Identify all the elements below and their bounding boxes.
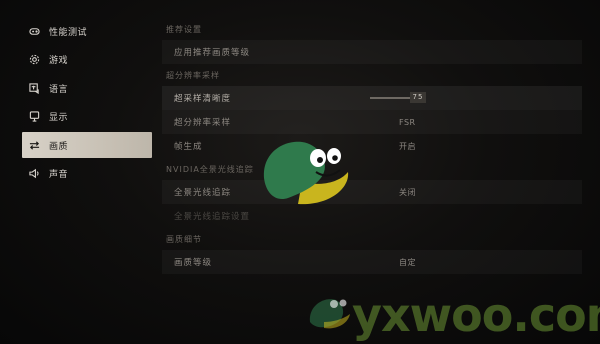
setting-label: 全景光线追踪 (174, 188, 232, 198)
section-title-super-resolution: 超分辨率采样 (166, 70, 220, 80)
setting-value[interactable]: 开启 (399, 141, 416, 152)
sharpness-slider[interactable] (370, 97, 410, 99)
setting-row-frame-generation[interactable]: 帧生成 开启 (162, 134, 582, 158)
sidebar-item-label: 语言 (49, 84, 69, 95)
sidebar-item-label: 性能测试 (49, 27, 88, 38)
sidebar-item-language[interactable]: 语言 (22, 75, 152, 101)
sidebar-item-game[interactable]: 游戏 (22, 47, 152, 73)
swap-arrows-icon (28, 139, 40, 151)
setting-row-path-tracing[interactable]: 全景光线追踪 关闭 (162, 180, 582, 204)
sidebar-item-label: 画质 (49, 141, 69, 152)
snail-logo-watermark (263, 141, 349, 205)
sidebar-item-label: 声音 (49, 170, 69, 181)
sidebar-item-sound[interactable]: 声音 (22, 161, 152, 187)
setting-value[interactable]: FSR (399, 118, 416, 127)
setting-label: 超采样清晰度 (174, 94, 232, 104)
game-settings-screen: 性能测试 游戏 语言 显示 画质 声音 推荐设置 应用推荐画质等级 超分辨率采样… (0, 0, 600, 344)
settings-panel: 推荐设置 应用推荐画质等级 超分辨率采样 超采样清晰度 75 超分辨率采样 FS… (162, 18, 582, 274)
snail-small-icon (309, 299, 350, 329)
setting-row-quality-level[interactable]: 画质等级 自定 (162, 250, 582, 274)
sidebar-item-graphics[interactable]: 画质 (22, 132, 152, 159)
settings-sidebar: 性能测试 游戏 语言 显示 画质 声音 (22, 18, 152, 190)
setting-label: 画质等级 (174, 258, 213, 268)
sidebar-item-label: 显示 (49, 113, 69, 124)
setting-row-path-tracing-settings: 全景光线追踪设置 (162, 204, 582, 228)
sidebar-item-display[interactable]: 显示 (22, 104, 152, 130)
translate-icon (28, 82, 40, 94)
section-title-quality-details: 画质细节 (166, 234, 202, 244)
setting-label: 超分辨率采样 (174, 118, 232, 128)
setting-value[interactable]: 关闭 (399, 187, 416, 198)
section-title-path-tracing: NVIDIA全景光线追踪 (166, 164, 254, 174)
sharpness-value: 75 (410, 92, 426, 103)
gear-icon (28, 54, 40, 66)
setting-value[interactable]: 自定 (399, 257, 416, 268)
setting-label: 帧生成 (174, 142, 203, 152)
setting-label: 全景光线追踪设置 (174, 212, 251, 222)
watermark-text: yxwoo.com (352, 288, 600, 342)
setting-row-apply-recommended[interactable]: 应用推荐画质等级 (162, 40, 582, 64)
setting-row-upscaling-method[interactable]: 超分辨率采样 FSR (162, 110, 582, 134)
sidebar-item-label: 游戏 (49, 56, 69, 67)
setting-label: 应用推荐画质等级 (174, 48, 251, 58)
speaker-icon (28, 168, 40, 180)
setting-row-supersampling-sharpness[interactable]: 超采样清晰度 75 (162, 86, 582, 110)
gamepad-icon (28, 25, 40, 37)
monitor-icon (28, 111, 40, 123)
section-title-recommended: 推荐设置 (166, 24, 202, 34)
sidebar-item-benchmark[interactable]: 性能测试 (22, 18, 152, 44)
